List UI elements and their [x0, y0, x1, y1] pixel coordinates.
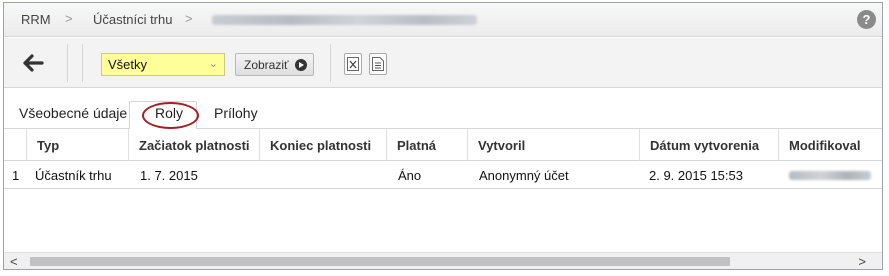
breadcrumb-separator: >: [65, 11, 73, 26]
show-button-label: Zobraziť: [244, 58, 289, 72]
cell-start: 1. 7. 2015: [140, 168, 198, 183]
filter-select-value: Všetky: [108, 57, 148, 72]
breadcrumb-current-redacted: [212, 15, 477, 25]
breadcrumb-separator: >: [185, 11, 193, 26]
column-header-modified-by[interactable]: Modifikoval: [778, 129, 882, 161]
help-icon[interactable]: ?: [857, 10, 876, 29]
row-number: 1: [12, 168, 20, 183]
column-header-end[interactable]: Koniec platnosti: [259, 129, 386, 161]
show-button[interactable]: Zobraziť: [235, 53, 314, 76]
filter-select[interactable]: Všetky ⌄: [101, 53, 225, 76]
scroll-left-icon[interactable]: <: [10, 254, 18, 269]
scrollbar-thumb[interactable]: [30, 257, 730, 266]
column-header-start[interactable]: Začiatok platnosti: [128, 129, 259, 161]
main-panel: RRM > Účastníci trhu > ? Všetky ⌄ Zobraz…: [3, 2, 883, 270]
cell-valid: Áno: [398, 168, 422, 183]
cell-created-date: 2. 9. 2015 15:53: [649, 168, 743, 183]
breadcrumb-section[interactable]: Účastníci trhu: [93, 12, 172, 27]
toolbar-divider: [67, 44, 68, 82]
document-icon: [372, 57, 384, 71]
cell-modified-by-redacted: [789, 171, 871, 180]
column-header-created-by[interactable]: Vytvoril: [467, 129, 639, 161]
chevron-down-icon: ⌄: [208, 58, 218, 70]
cell-created-by: Anonymný účet: [479, 168, 569, 183]
highlight-circle: [142, 102, 199, 129]
excel-icon: [347, 57, 359, 71]
cell-typ: Účastník trhu: [35, 168, 112, 183]
horizontal-scrollbar[interactable]: < >: [4, 252, 882, 269]
play-circle-icon: [295, 59, 307, 71]
export-document-button[interactable]: [369, 53, 387, 75]
table-row[interactable]: 1 Účastník trhu 1. 7. 2015 Áno Anonymný …: [4, 161, 882, 189]
column-header-typ[interactable]: Typ: [26, 129, 128, 161]
breadcrumb-root[interactable]: RRM: [21, 12, 51, 27]
export-excel-button[interactable]: [344, 53, 362, 75]
column-header-valid[interactable]: Platná: [386, 129, 467, 161]
toolbar-divider: [330, 44, 331, 82]
column-header-index: [4, 129, 26, 161]
tab-attachments[interactable]: Prílohy: [214, 105, 258, 121]
toolbar: Všetky ⌄ Zobraziť: [4, 38, 882, 88]
toolbar-divider: [82, 44, 83, 82]
breadcrumb: RRM > Účastníci trhu > ?: [4, 3, 882, 37]
tab-general[interactable]: Všeobecné údaje: [19, 105, 127, 121]
scroll-right-icon[interactable]: >: [858, 254, 866, 269]
back-arrow-icon[interactable]: [22, 53, 44, 73]
table-header: Typ Začiatok platnosti Koniec platnosti …: [4, 129, 882, 161]
column-header-created-date[interactable]: Dátum vytvorenia: [639, 129, 778, 161]
